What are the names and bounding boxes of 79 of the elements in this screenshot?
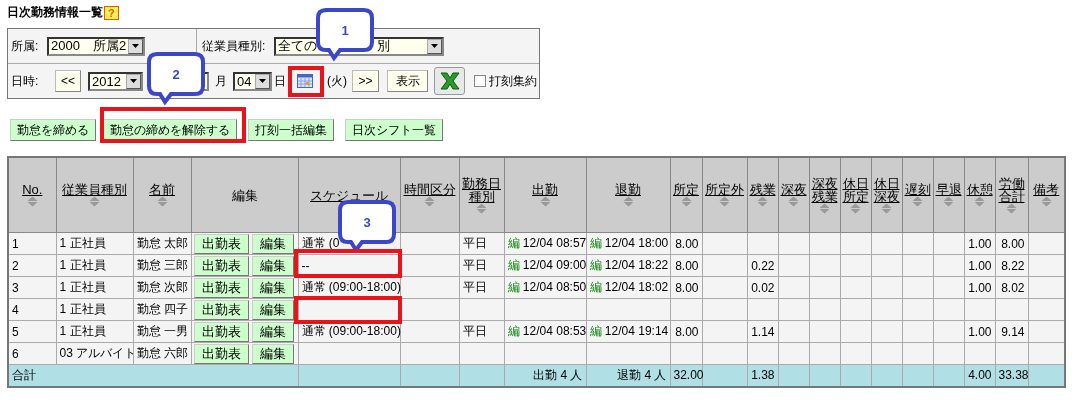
row-button[interactable]: 編集	[251, 321, 294, 342]
time-text: 12/04 08:57	[522, 236, 587, 250]
table-cell: 6	[8, 342, 56, 365]
row-button[interactable]: 編集	[251, 343, 294, 364]
row-button[interactable]: 編集	[251, 255, 294, 276]
sort-link[interactable]: 名前	[149, 183, 175, 196]
sort-link[interactable]: 退勤	[615, 183, 641, 196]
edit-link[interactable]: 編	[589, 258, 602, 272]
select-field[interactable]: 2012	[88, 71, 143, 91]
row-button[interactable]: 編集	[251, 299, 294, 320]
time-text: 12/04 08:53	[522, 324, 587, 338]
time-text: 12/04 09:00	[522, 258, 587, 272]
weekday-label: (火)	[327, 72, 347, 90]
next-day-button[interactable]: >>	[352, 70, 379, 92]
row-button[interactable]: 出勤表	[193, 255, 249, 276]
row-button[interactable]: 出勤表	[193, 343, 249, 364]
table-cell: 2	[8, 254, 56, 277]
edit-link[interactable]: 編	[507, 324, 520, 338]
sort-icon[interactable]	[1006, 202, 1017, 214]
calendar-icon[interactable]	[297, 74, 313, 88]
sort-link[interactable]: 備考	[1033, 183, 1060, 196]
sort-link[interactable]: 所定	[673, 183, 699, 196]
sort-link[interactable]: 従業員種別	[62, 183, 127, 196]
edit-link[interactable]: 編	[507, 258, 520, 272]
page-title: 日次勤務情報一覧	[7, 4, 103, 21]
show-button[interactable]: 表示	[387, 70, 428, 92]
time-text: 12/04 18:02	[604, 280, 669, 294]
edit-link[interactable]: 編	[507, 280, 520, 294]
time-text: 12/04 08:50	[522, 280, 587, 294]
row-button[interactable]: 出勤表	[193, 321, 249, 342]
unit-label: 日	[274, 72, 286, 90]
sort-link[interactable]: 深夜	[780, 183, 807, 196]
table-cell: 合計	[8, 364, 298, 387]
time-text: 12/04 19:14	[604, 324, 669, 338]
sort-link[interactable]: No.	[22, 183, 43, 196]
column-link[interactable]: スケジュール	[310, 188, 388, 202]
time-text: 12/04 18:22	[604, 258, 669, 272]
edit-link[interactable]: 編	[589, 324, 602, 338]
edit-link[interactable]: 編	[507, 236, 520, 250]
checkbox[interactable]	[474, 75, 486, 87]
edit-link[interactable]: 編	[589, 280, 602, 294]
table-cell: 1	[8, 232, 56, 255]
sort-link[interactable]: 所定外	[705, 183, 744, 196]
row-button[interactable]: 出勤表	[193, 277, 249, 298]
sort-link[interactable]: 早退	[935, 183, 962, 196]
sort-link[interactable]: 時間区分	[403, 183, 456, 196]
sort-link[interactable]: 出勤	[532, 183, 558, 196]
callout-tooltip: 2	[147, 52, 205, 104]
table-cell: 5	[8, 320, 56, 343]
action-button[interactable]: 日次シフト一覧	[345, 119, 443, 141]
field-label: 従業員種別:	[202, 37, 267, 55]
excel-export-button[interactable]	[434, 67, 465, 95]
row-button[interactable]: 出勤表	[193, 299, 249, 320]
unit-label: 月	[215, 72, 228, 90]
row-button[interactable]: 出勤表	[193, 233, 249, 254]
previous-day-button[interactable]: <<	[55, 70, 81, 92]
select-field[interactable]: 2000 所属2	[47, 36, 145, 56]
time-text: 12/04 18:00	[604, 236, 669, 250]
sort-link[interactable]: 遅刻	[904, 183, 931, 196]
sort-icon[interactable]	[476, 202, 487, 214]
edit-link[interactable]: 編	[589, 236, 602, 250]
sort-link[interactable]: 休憩	[966, 183, 993, 196]
checkbox-label[interactable]: 打刻集約	[489, 72, 537, 90]
action-button[interactable]: 勤怠を締める	[10, 119, 96, 141]
row-button[interactable]: 編集	[251, 233, 294, 254]
table-cell: 3	[8, 276, 56, 299]
field-label: 所属:	[11, 37, 40, 55]
sort-icon[interactable]	[819, 202, 830, 214]
select-field[interactable]: 04	[233, 71, 272, 91]
field-label: 日時:	[11, 72, 40, 90]
sort-link[interactable]: 残業	[749, 183, 776, 196]
sort-icon[interactable]	[881, 202, 892, 214]
sort-icon[interactable]	[850, 202, 861, 214]
highlight-frame	[288, 66, 324, 97]
row-button[interactable]: 編集	[251, 277, 294, 298]
action-button[interactable]: 打刻一括編集	[248, 119, 334, 141]
action-button[interactable]: 勤怠の締めを解除する	[103, 119, 237, 141]
table-cell: 4	[8, 298, 56, 321]
column-label: 編集	[231, 188, 258, 202]
